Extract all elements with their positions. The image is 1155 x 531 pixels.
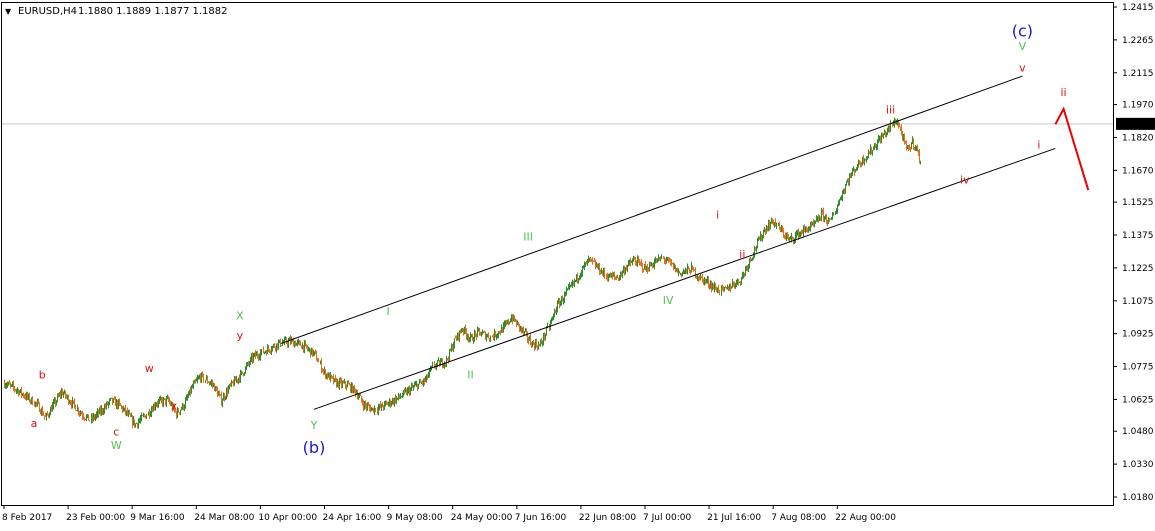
wave-label: i xyxy=(1037,138,1040,151)
chart-background xyxy=(0,0,1155,527)
time-tick-label: 22 Aug 00:00 xyxy=(835,513,896,523)
time-tick-label: 7 Jun 16:00 xyxy=(515,513,567,523)
time-tick-label: 7 Aug 08:00 xyxy=(771,513,826,523)
price-tick-label: 1.2115 xyxy=(1122,69,1154,79)
wave-label: v xyxy=(1019,62,1026,75)
wave-label: IV xyxy=(663,294,674,307)
price-tick-label: 1.2265 xyxy=(1122,36,1154,46)
price-tick-label: 1.1970 xyxy=(1122,101,1154,111)
wave-label: x xyxy=(171,399,178,412)
wave-label: a xyxy=(31,417,38,430)
time-tick-label: 23 Feb 00:00 xyxy=(66,513,125,523)
wave-label: (c) xyxy=(1012,22,1033,41)
time-tick-label: 7 Jul 00:00 xyxy=(643,513,692,523)
wave-label: I xyxy=(387,305,390,318)
wave-label: ii xyxy=(1061,86,1067,99)
time-tick-label: 8 Feb 2017 xyxy=(2,513,52,523)
wave-label: III xyxy=(523,230,533,243)
price-tick-label: 1.1525 xyxy=(1122,198,1154,208)
wave-label: V xyxy=(1019,40,1027,53)
price-tick-label: 1.1075 xyxy=(1122,297,1154,307)
price-tick-label: 1.1820 xyxy=(1122,133,1154,143)
time-tick-label: 10 Apr 00:00 xyxy=(258,513,317,523)
wave-label: b xyxy=(39,369,46,382)
wave-label: i xyxy=(716,209,719,222)
price-tick-label: 1.1670 xyxy=(1122,166,1154,176)
time-tick-label: 22 Jun 08:00 xyxy=(579,513,636,523)
time-tick-label: 24 May 00:00 xyxy=(451,513,513,523)
price-tick-label: 1.0625 xyxy=(1122,395,1154,405)
wave-label: (b) xyxy=(303,438,326,457)
price-tick-label: 1.1225 xyxy=(1122,264,1154,274)
wave-label: X xyxy=(236,309,244,322)
chart-svg[interactable]: abcWwxXyY(b)IIIIIIIViiiiiiiv(c)Vviii 1.2… xyxy=(0,0,1155,527)
wave-label: iv xyxy=(960,173,970,186)
ohlc-values: 1.1880 1.1889 1.1877 1.1882 xyxy=(78,6,228,17)
price-tick-label: 1.2415 xyxy=(1122,3,1154,13)
wave-label: Y xyxy=(310,419,318,432)
price-tick-label: 1.0925 xyxy=(1122,330,1154,340)
chart-header: ▼ EURUSD,H4 1.1880 1.1889 1.1877 1.1882 xyxy=(5,6,228,17)
wave-label: y xyxy=(237,329,244,342)
wave-label: W xyxy=(111,439,122,452)
time-tick-label: 9 May 08:00 xyxy=(387,513,443,523)
time-tick-label: 24 Apr 16:00 xyxy=(323,513,382,523)
wave-label: c xyxy=(113,426,119,439)
wave-label: w xyxy=(145,362,154,375)
wave-label: ii xyxy=(739,248,745,261)
time-tick-label: 21 Jul 16:00 xyxy=(707,513,761,523)
price-tick-label: 1.0330 xyxy=(1122,460,1154,470)
price-tick-label: 1.1375 xyxy=(1122,231,1154,241)
price-tick-label: 1.0180 xyxy=(1122,493,1154,503)
current-price-tag-label: 1.1882 xyxy=(1122,120,1154,130)
symbol-label: EURUSD,H4 xyxy=(18,6,77,17)
wave-label: II xyxy=(467,369,474,382)
chart-window[interactable]: a b c Ww x Xy Y (b) I II III IV i ii iii iv (c) Vv ii i 1.2… xyxy=(0,0,1155,527)
wave-label: iii xyxy=(886,103,895,116)
price-tick-label: 1.0775 xyxy=(1122,363,1154,373)
time-tick-label: 9 Mar 16:00 xyxy=(130,513,185,523)
price-tick-label: 1.0480 xyxy=(1122,427,1154,437)
symbol-menu-icon[interactable]: ▼ xyxy=(5,7,12,16)
time-tick-label: 24 Mar 08:00 xyxy=(194,513,254,523)
